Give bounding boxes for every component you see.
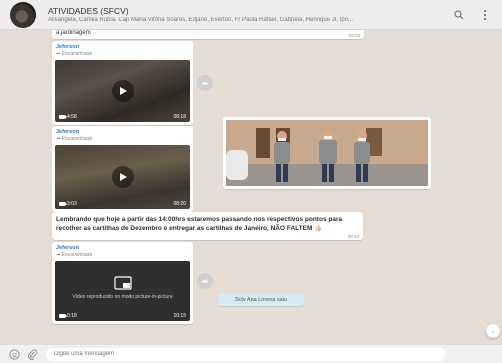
message-bubble: Lembrando que hoje a partir das 14:00hrs… [52, 212, 363, 240]
scroll-down-button[interactable]: ⌄ [486, 324, 500, 338]
message-time: 08:52 [347, 234, 359, 239]
video-camera-icon [59, 314, 67, 318]
video-duration: 0:18 [67, 313, 77, 319]
play-icon[interactable] [111, 166, 134, 188]
message-time: 08:20 [173, 201, 186, 207]
video-message[interactable]: Jeferson ➦ Encaminhada 4:58 08:18 [52, 41, 193, 125]
video-thumbnail[interactable]: 3:03 08:20 [55, 145, 190, 209]
chevron-down-icon: ⌄ [490, 328, 496, 335]
message-time: 10:15 [173, 313, 186, 319]
forwarded-text: Encaminhada [61, 252, 93, 258]
forwarded-text: Encaminhada [61, 51, 93, 57]
forwarded-label: ➦ Encaminhada [56, 252, 92, 258]
forward-share-icon[interactable]: ➦ [197, 75, 213, 91]
message-time: 08:18 [173, 114, 186, 120]
search-icon[interactable] [452, 8, 466, 22]
video-thumbnail[interactable]: Vídeo reproduzido no modo picture-in-pic… [55, 261, 190, 321]
video-duration: 3:03 [67, 201, 77, 207]
video-thumbnail[interactable]: 4:58 08:18 [55, 60, 190, 122]
chat-header[interactable]: ATIVIDADES (SFCV) Alisangela, Camila Rub… [0, 0, 502, 30]
group-title: ATIVIDADES (SFCV) [48, 6, 129, 16]
video-message[interactable]: Jeferson ➦ Encaminhada Vídeo reproduzido… [52, 242, 193, 324]
sender-name[interactable]: Jeferson [56, 44, 92, 50]
picture-in-picture-icon [114, 276, 132, 295]
sender-name[interactable]: Jeferson [56, 245, 92, 251]
message-time: 08:03 [348, 33, 360, 38]
sender-name[interactable]: Jeferson [56, 129, 92, 135]
menu-icon[interactable] [478, 8, 492, 22]
video-duration: 4:58 [67, 114, 77, 120]
message-list[interactable]: a jardinagem 08:03 Jeferson ➦ Encaminhad… [0, 30, 502, 345]
forward-share-icon[interactable]: ➦ [197, 273, 213, 289]
message-composer [0, 345, 502, 363]
video-camera-icon [59, 202, 67, 206]
emoji-icon[interactable] [8, 348, 20, 360]
video-message[interactable]: Jeferson ➦ Encaminhada 3:03 08:20 [52, 126, 193, 212]
group-info[interactable]: ATIVIDADES (SFCV) Alisangela, Camila Rub… [48, 6, 433, 23]
attach-icon[interactable] [26, 348, 38, 360]
forwarded-label: ➦ Encaminhada [56, 136, 92, 142]
announcement-text: Lembrando que hoje a partir das 14:00hrs… [56, 216, 343, 232]
play-icon[interactable] [111, 80, 134, 102]
message-bubble: a jardinagem 08:03 [52, 30, 364, 39]
video-camera-icon [59, 115, 67, 119]
forwarded-text: Encaminhada [61, 136, 93, 142]
message-text: a jardinagem [56, 30, 91, 36]
forwarded-label: ➦ Encaminhada [56, 51, 92, 57]
photo-thumbnail[interactable] [226, 120, 428, 186]
image-message[interactable] [223, 117, 431, 189]
pip-overlay-text: Vídeo reproduzido no modo picture-in-pic… [72, 294, 173, 300]
message-input[interactable] [46, 347, 446, 361]
system-message: Sctv Ana Lorena saiu [218, 294, 304, 306]
group-avatar[interactable] [10, 1, 36, 28]
group-participants: Alisangela, Camila Rubia, Cap Maria Vitó… [48, 17, 354, 23]
